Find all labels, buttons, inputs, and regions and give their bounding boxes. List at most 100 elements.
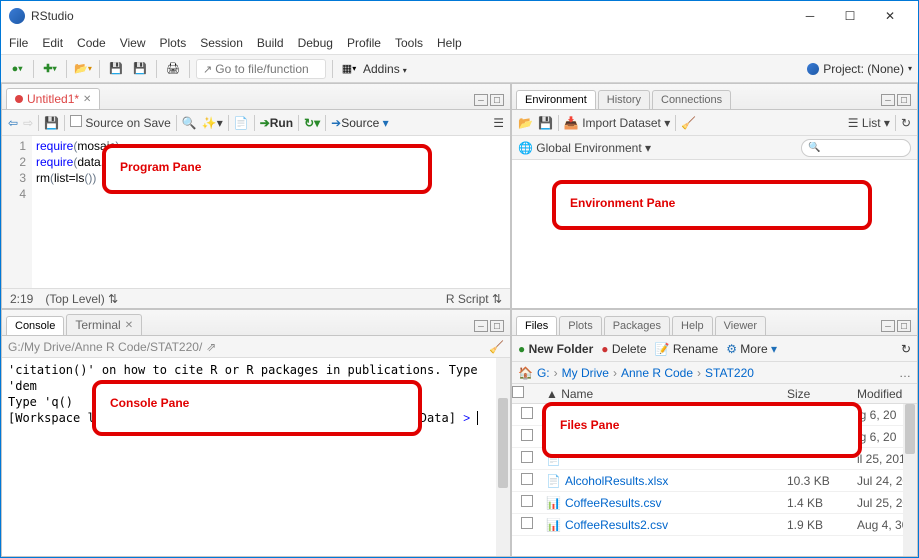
col-modified[interactable]: Modified	[857, 387, 917, 401]
clear-console-icon[interactable]: 🧹	[489, 340, 504, 354]
new-folder-button[interactable]: ● New Folder	[518, 342, 593, 356]
row-checkbox[interactable]	[521, 495, 533, 507]
save-workspace-icon[interactable]: 💾	[538, 116, 553, 130]
pane-maximize-icon[interactable]: ☐	[490, 94, 504, 106]
pane-maximize-icon[interactable]: ☐	[897, 94, 911, 106]
save-icon[interactable]: 💾	[106, 59, 126, 79]
source-statusbar: 2:19 (Top Level) ⇅ R Script ⇅	[2, 288, 510, 308]
col-size[interactable]: Size	[787, 387, 857, 401]
menu-edit[interactable]: Edit	[42, 36, 63, 50]
row-checkbox[interactable]	[521, 451, 533, 463]
pane-minimize-icon[interactable]: ─	[474, 94, 488, 106]
menu-plots[interactable]: Plots	[160, 36, 187, 50]
browse-dir-icon[interactable]: ⇗	[206, 340, 216, 354]
goto-file-input[interactable]: ↗ Go to file/function	[196, 59, 326, 79]
files-header: ▲ Name Size Modified	[512, 384, 917, 404]
tab-viewer[interactable]: Viewer	[715, 316, 766, 335]
new-project-icon[interactable]: ✚▾	[40, 59, 60, 79]
more-path-icon[interactable]: …	[899, 366, 911, 380]
menu-help[interactable]: Help	[437, 36, 462, 50]
refresh-files-icon[interactable]: ↻	[901, 342, 911, 356]
import-dataset-button[interactable]: 📥 Import Dataset ▾	[564, 116, 670, 130]
open-file-icon[interactable]: 📂▾	[73, 59, 93, 79]
pane-maximize-icon[interactable]: ☐	[490, 320, 504, 332]
pane-minimize-icon[interactable]: ─	[474, 320, 488, 332]
delete-button[interactable]: ● Delete	[601, 342, 646, 356]
find-icon[interactable]: 🔍	[182, 116, 197, 130]
menu-view[interactable]: View	[120, 36, 146, 50]
maximize-button[interactable]: ☐	[830, 1, 870, 31]
close-tab-icon[interactable]: ✕	[125, 320, 133, 331]
r-logo-icon	[807, 63, 819, 75]
pane-maximize-icon[interactable]: ☐	[897, 320, 911, 332]
crumb-anne[interactable]: Anne R Code	[621, 366, 693, 380]
console-tabstrip: Console Terminal ✕ ─ ☐	[2, 310, 510, 336]
file-type[interactable]: R Script ⇅	[446, 292, 502, 306]
source-button[interactable]: ➔Source ▾	[331, 116, 388, 130]
project-selector[interactable]: Project: (None) ▾	[807, 62, 912, 76]
grid-icon[interactable]: ▦▾	[339, 59, 359, 79]
global-env-selector[interactable]: 🌐 Global Environment ▾	[518, 141, 651, 155]
menu-session[interactable]: Session	[200, 36, 243, 50]
tab-terminal[interactable]: Terminal ✕	[66, 314, 142, 335]
more-button[interactable]: ⚙ More ▾	[726, 342, 777, 356]
minimize-button[interactable]: ─	[790, 1, 830, 31]
crumb-drive[interactable]: G:	[537, 366, 550, 380]
menu-tools[interactable]: Tools	[395, 36, 423, 50]
rename-button[interactable]: 📝 Rename	[655, 342, 719, 356]
tab-packages[interactable]: Packages	[604, 316, 670, 335]
forward-icon[interactable]: ⇨	[23, 116, 33, 130]
tab-environment[interactable]: Environment	[516, 90, 596, 109]
tab-console[interactable]: Console	[6, 316, 64, 335]
pane-minimize-icon[interactable]: ─	[881, 94, 895, 106]
files-scrollbar[interactable]	[903, 404, 917, 556]
back-icon[interactable]: ⇦	[8, 116, 18, 130]
crumb-mydrive[interactable]: My Drive	[562, 366, 609, 380]
files-breadcrumb: 🏠 G:› My Drive› Anne R Code› STAT220 …	[512, 362, 917, 384]
pane-minimize-icon[interactable]: ─	[881, 320, 895, 332]
menu-debug[interactable]: Debug	[298, 36, 333, 50]
refresh-env-icon[interactable]: ↻	[901, 116, 911, 130]
console-scrollbar[interactable]	[496, 358, 510, 556]
run-button[interactable]: ➔Run	[260, 116, 293, 130]
source-on-save-checkbox[interactable]: Source on Save	[70, 115, 171, 130]
wand-icon[interactable]: ✨▾	[202, 116, 223, 130]
row-checkbox[interactable]	[521, 473, 533, 485]
source-tab-untitled[interactable]: Untitled1* ✕	[6, 88, 100, 109]
menu-code[interactable]: Code	[77, 36, 106, 50]
row-checkbox[interactable]	[521, 517, 533, 529]
tab-history[interactable]: History	[598, 90, 650, 109]
row-checkbox[interactable]	[521, 407, 533, 419]
tab-plots[interactable]: Plots	[559, 316, 601, 335]
row-checkbox[interactable]	[521, 429, 533, 441]
save-all-icon[interactable]: 💾	[130, 59, 150, 79]
tab-help[interactable]: Help	[672, 316, 713, 335]
select-all-checkbox[interactable]	[512, 386, 524, 398]
print-icon[interactable]: 🖨	[163, 59, 183, 79]
list-mode-toggle[interactable]: ☰ List ▾	[848, 116, 890, 130]
notebook-icon[interactable]: 📄	[234, 116, 249, 130]
env-search-input[interactable]	[801, 139, 911, 157]
home-icon[interactable]: 🏠	[518, 366, 533, 380]
outline-icon[interactable]: ☰	[493, 116, 504, 130]
clear-workspace-icon[interactable]: 🧹	[681, 116, 696, 130]
tab-files[interactable]: Files	[516, 316, 557, 335]
file-row[interactable]: 📊CoffeeResults.csv 1.4 KBJul 25, 201	[512, 492, 917, 514]
menu-profile[interactable]: Profile	[347, 36, 381, 50]
close-button[interactable]: ✕	[870, 1, 910, 31]
menu-file[interactable]: File	[9, 36, 28, 50]
crumb-stat220[interactable]: STAT220	[705, 366, 754, 380]
save-source-icon[interactable]: 💾	[44, 116, 59, 130]
new-file-icon[interactable]: ●▾	[7, 59, 27, 79]
menu-build[interactable]: Build	[257, 36, 284, 50]
tab-connections[interactable]: Connections	[652, 90, 731, 109]
unsaved-dot-icon	[15, 95, 23, 103]
col-name[interactable]: ▲ Name	[542, 387, 787, 401]
scope-selector[interactable]: (Top Level) ⇅	[45, 292, 118, 306]
load-workspace-icon[interactable]: 📂	[518, 116, 533, 130]
file-row[interactable]: 📊CoffeeResults2.csv 1.9 KBAug 4, 30	[512, 514, 917, 536]
addins-dropdown[interactable]: Addins ▾	[363, 62, 407, 76]
file-row[interactable]: 📄AlcoholResults.xlsx 10.3 KBJul 24, 201	[512, 470, 917, 492]
rerun-icon[interactable]: ↻▾	[304, 116, 320, 130]
close-tab-icon[interactable]: ✕	[83, 94, 91, 105]
